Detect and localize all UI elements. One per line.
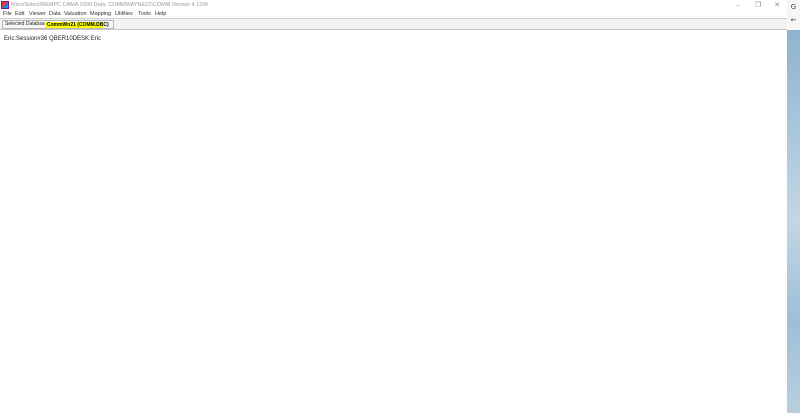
close-button[interactable]: ✕ bbox=[767, 0, 787, 10]
menu-data[interactable]: Data bbox=[48, 10, 62, 18]
back-arrow-icon[interactable]: ← bbox=[788, 16, 799, 24]
selected-database-value: CommWn21 (COMM.DBC) bbox=[45, 22, 109, 28]
app-window: MicroSelect/REMPC CAMA 2000 Data: COMMWA… bbox=[0, 0, 787, 413]
menu-valuation[interactable]: Valuation bbox=[63, 10, 88, 18]
window-title: MicroSelect/REMPC CAMA 2000 Data: COMMWA… bbox=[11, 2, 209, 8]
menu-utilities[interactable]: Utilities bbox=[114, 10, 134, 18]
menu-tools[interactable]: Tools bbox=[137, 10, 152, 18]
minimize-button[interactable]: – bbox=[728, 0, 748, 10]
maximize-button[interactable]: ❐ bbox=[748, 0, 768, 10]
toolbar: Selected Database CommWn21 (COMM.DBC) bbox=[0, 18, 787, 30]
title-bar[interactable]: MicroSelect/REMPC CAMA 2000 Data: COMMWA… bbox=[0, 0, 787, 10]
app-icon[interactable] bbox=[1, 1, 9, 9]
menu-mapping[interactable]: Mapping bbox=[89, 10, 112, 18]
selected-database-label: Selected Database bbox=[5, 21, 48, 27]
menu-viewer[interactable]: Viewer bbox=[28, 10, 47, 18]
session-info: Eric:Session#36 QBER10DESK:Eric bbox=[4, 36, 102, 42]
menu-bar: File Edit Viewer Data Valuation Mapping … bbox=[0, 10, 787, 18]
menu-help[interactable]: Help bbox=[154, 10, 167, 18]
menu-file[interactable]: File bbox=[2, 10, 13, 18]
menu-edit[interactable]: Edit bbox=[14, 10, 25, 18]
side-g-icon[interactable]: G bbox=[788, 3, 799, 11]
selected-database-panel[interactable]: Selected Database CommWn21 (COMM.DBC) bbox=[2, 20, 114, 29]
side-panel bbox=[787, 0, 800, 413]
